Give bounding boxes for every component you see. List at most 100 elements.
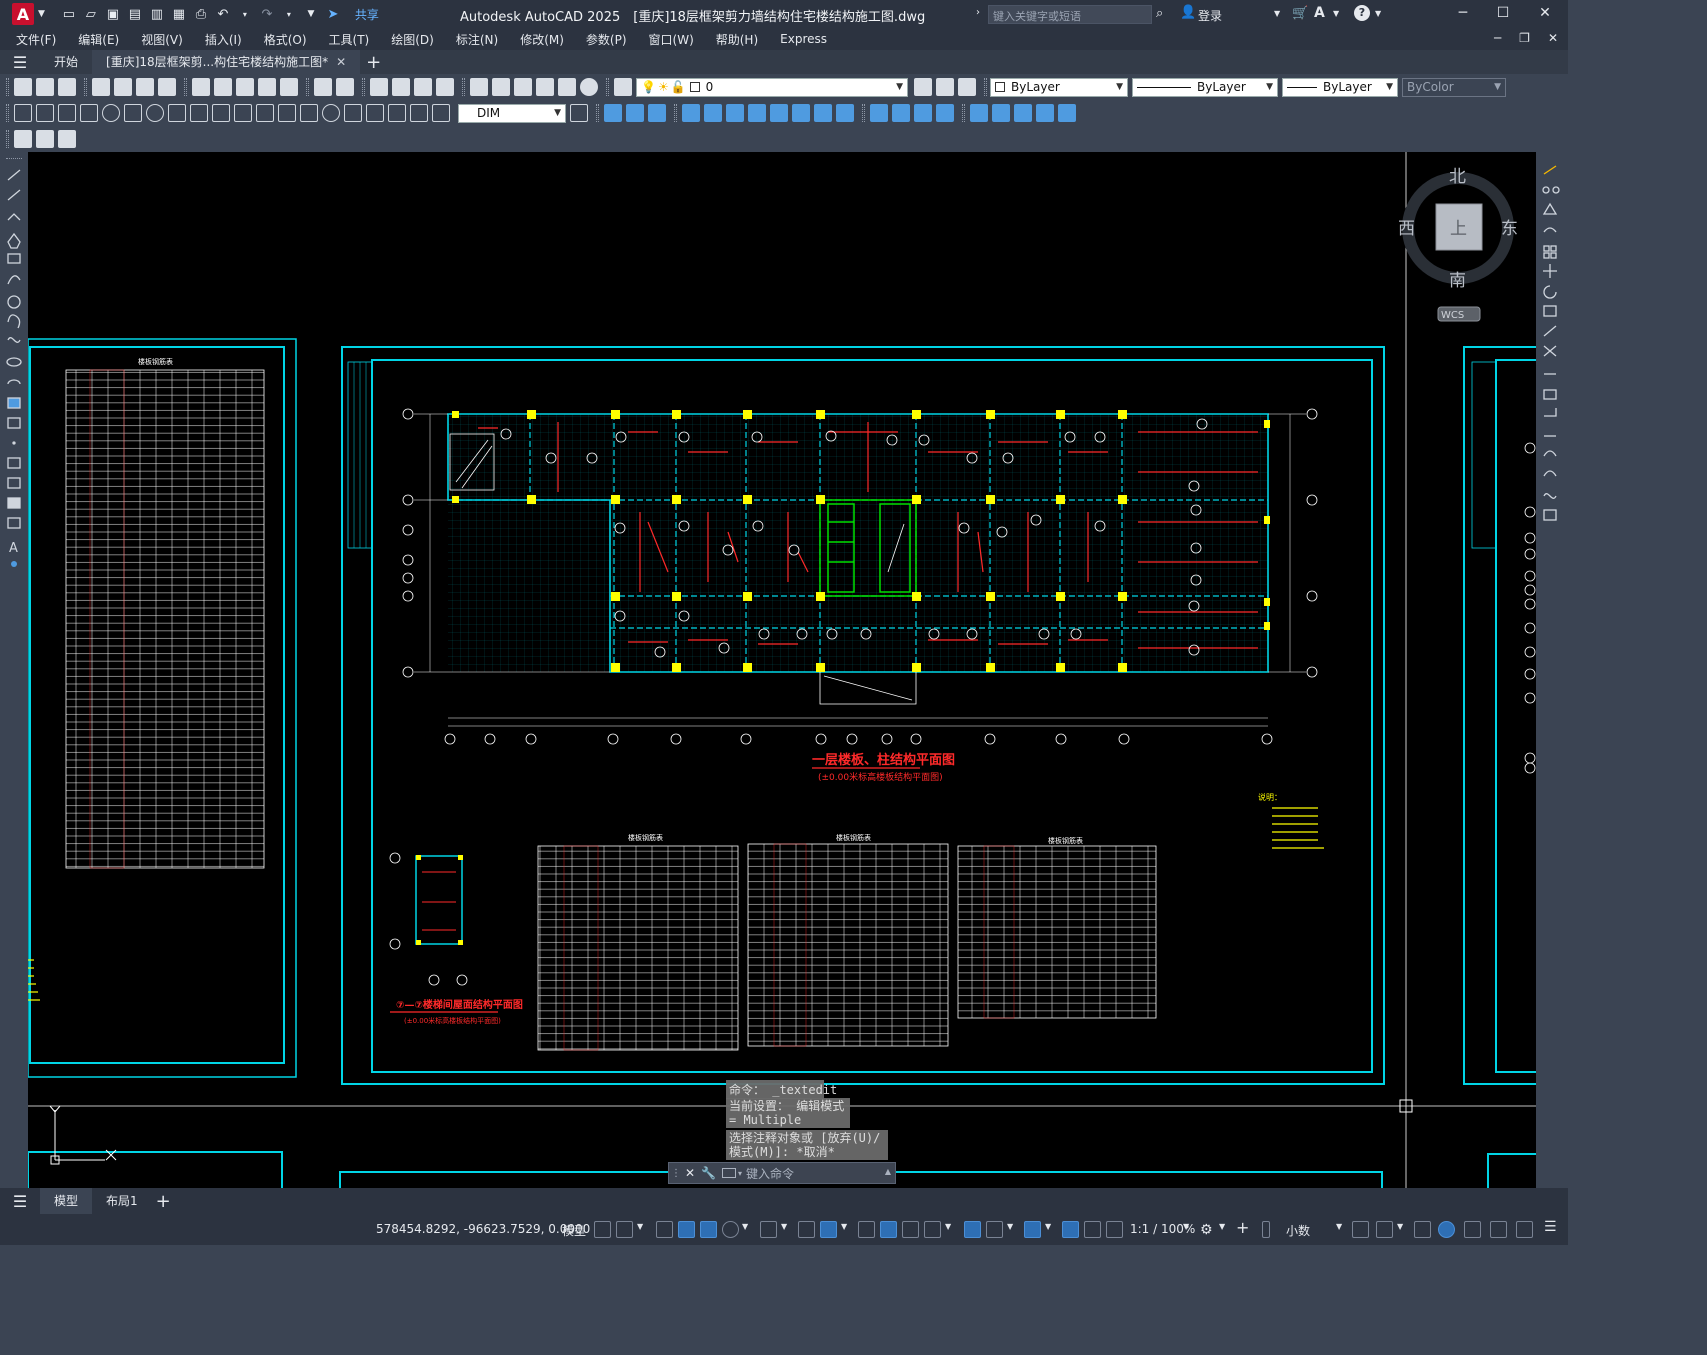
modify-break-icon[interactable]: [836, 104, 854, 122]
modify-array-icon[interactable]: [704, 104, 722, 122]
compass-west[interactable]: 西: [1398, 219, 1415, 239]
drawing-subtitle[interactable]: (±0.00米标高楼板结构平面图): [818, 771, 943, 783]
save-toolbar-icon[interactable]: [58, 78, 76, 96]
clean-screen-icon[interactable]: [1464, 1221, 1481, 1238]
dim-edit-icon[interactable]: [388, 104, 406, 122]
plus-icon[interactable]: +: [1236, 1218, 1249, 1237]
compass-east[interactable]: 东: [1501, 219, 1518, 239]
cart-icon[interactable]: 🛒: [1292, 6, 1308, 21]
chevron-down-icon[interactable]: ▼: [1219, 1222, 1225, 1231]
layer-properties-icon[interactable]: [614, 78, 632, 96]
annotation-scale-icon[interactable]: [1106, 1221, 1123, 1238]
layer-on-icon[interactable]: 💡: [641, 80, 656, 94]
help-toolbar-icon[interactable]: [580, 78, 598, 96]
command-input[interactable]: 键入命令: [746, 1165, 794, 1182]
command-grip[interactable]: ⋮: [671, 1168, 681, 1179]
transparency-icon[interactable]: [880, 1221, 897, 1238]
tab-drawing[interactable]: [重庆]18层框架剪...构住宅楼结构施工图* ✕: [92, 50, 361, 74]
doc-restore-button[interactable]: ❐: [1519, 31, 1530, 45]
plot-preview-icon[interactable]: ▦: [171, 6, 187, 22]
gear-icon[interactable]: ⚙: [1200, 1222, 1213, 1238]
modify-trim-icon[interactable]: [792, 104, 810, 122]
ortho-icon[interactable]: [700, 1221, 717, 1238]
menu-tools[interactable]: 工具(T): [329, 31, 370, 48]
color-dropdown[interactable]: ByLayer ▼: [990, 77, 1128, 97]
inspection-icon[interactable]: [344, 104, 362, 122]
menu-edit[interactable]: 编辑(E): [78, 31, 119, 48]
menu-insert[interactable]: 插入(I): [205, 31, 242, 48]
customize-qat-icon[interactable]: ▼: [303, 6, 319, 22]
dim-text-edit-icon[interactable]: [410, 104, 428, 122]
chevron-down-icon[interactable]: ▼: [1045, 1222, 1051, 1231]
modify-explode-icon[interactable]: [936, 104, 954, 122]
menu-draw[interactable]: 绘图(D): [391, 31, 434, 48]
share-icon[interactable]: ➤: [325, 6, 341, 22]
dim-radius-icon[interactable]: [102, 104, 120, 122]
toolbar-grip[interactable]: [6, 104, 9, 122]
modify-spline-icon[interactable]: [1058, 104, 1076, 122]
sheet-set-icon[interactable]: [536, 78, 554, 96]
command-line[interactable]: ⋮ ✕ 🔧 ▾ 键入命令 ▲: [668, 1162, 896, 1184]
redo-toolbar-icon[interactable]: [336, 78, 354, 96]
lineweight-icon[interactable]: [858, 1221, 875, 1238]
undo-icon[interactable]: ↶: [215, 6, 231, 22]
tab-close-icon[interactable]: ✕: [336, 55, 346, 69]
block-editor-icon[interactable]: [280, 78, 298, 96]
design-center-icon[interactable]: [492, 78, 510, 96]
dim-aligned-icon[interactable]: [36, 104, 54, 122]
app-logo[interactable]: A: [12, 3, 34, 25]
otrack-icon[interactable]: [798, 1221, 815, 1238]
compass-north[interactable]: 北: [1449, 167, 1466, 187]
zoom-window-icon[interactable]: [414, 78, 432, 96]
new-tab-button[interactable]: +: [366, 52, 381, 73]
annotation-visibility-icon[interactable]: [1062, 1221, 1079, 1238]
tab-model[interactable]: 模型: [40, 1188, 93, 1214]
layer-dropdown[interactable]: 💡 ☀ 🔓 0 ▼: [636, 77, 908, 97]
app-menu-chevron-icon[interactable]: ▼: [38, 9, 45, 19]
center-mark-icon[interactable]: [322, 104, 340, 122]
modify-join-icon[interactable]: [970, 104, 988, 122]
modify-lengthen-icon[interactable]: [1014, 104, 1032, 122]
publish-icon[interactable]: [136, 78, 154, 96]
user-icon[interactable]: 👤: [1180, 5, 1196, 20]
selection-filter-icon[interactable]: [986, 1221, 1003, 1238]
save-icon[interactable]: ▣: [105, 6, 121, 22]
menu-window[interactable]: 窗口(W): [649, 31, 694, 48]
menu-format[interactable]: 格式(O): [264, 31, 307, 48]
quick-properties-icon[interactable]: [1352, 1221, 1369, 1238]
gizmo-icon[interactable]: [1024, 1221, 1041, 1238]
command-recent-icon[interactable]: [722, 1168, 737, 1178]
web-mobile-icon[interactable]: ▥: [149, 6, 165, 22]
chevron-down-icon[interactable]: ▼: [637, 1222, 643, 1231]
isodraft-icon[interactable]: [760, 1221, 777, 1238]
modify-pedit-icon[interactable]: [1036, 104, 1054, 122]
menu-dimension[interactable]: 标注(N): [456, 31, 498, 48]
infer-constraints-icon[interactable]: [656, 1221, 673, 1238]
dim-baseline-icon[interactable]: [212, 104, 230, 122]
match-properties-icon[interactable]: [258, 78, 276, 96]
graphics-performance-icon[interactable]: [1490, 1221, 1507, 1238]
open-file-icon[interactable]: ▱: [83, 6, 99, 22]
autodesk-app-icon[interactable]: A: [1314, 5, 1325, 21]
search-expand-icon[interactable]: ›: [976, 7, 980, 18]
layer-thaw-icon[interactable]: ☀: [658, 80, 669, 94]
dim-diameter-icon[interactable]: [146, 104, 164, 122]
grid-icon[interactable]: [594, 1221, 611, 1238]
chevron-down-icon[interactable]: ▾: [738, 1169, 742, 1178]
maximize-button[interactable]: ☐: [1480, 5, 1526, 21]
chevron-down-icon[interactable]: ▼: [742, 1222, 748, 1231]
dim-break-icon[interactable]: [278, 104, 296, 122]
apps-dropdown-icon[interactable]: ▼: [1333, 9, 1339, 18]
layouts-menu-icon[interactable]: ☰: [0, 1192, 40, 1211]
make-current-layer-icon[interactable]: [914, 78, 932, 96]
chevron-down-icon[interactable]: ▼: [1183, 1222, 1189, 1231]
dim-ordinate-icon[interactable]: [80, 104, 98, 122]
notes-block[interactable]: 说明：: [1258, 792, 1324, 849]
tolerance-icon[interactable]: [300, 104, 318, 122]
drawing-canvas[interactable]: 一层楼板、柱结构平面图 (±0.00米标高楼板结构平面图) 说明： ⑦—⑦楼梯间…: [28, 152, 1536, 1188]
text-edit-icon[interactable]: [14, 130, 32, 148]
dim-angular-icon[interactable]: [168, 104, 186, 122]
viewcube-face-top[interactable]: 上: [1450, 219, 1467, 239]
print-icon[interactable]: [92, 78, 110, 96]
zoom-realtime-icon[interactable]: [392, 78, 410, 96]
